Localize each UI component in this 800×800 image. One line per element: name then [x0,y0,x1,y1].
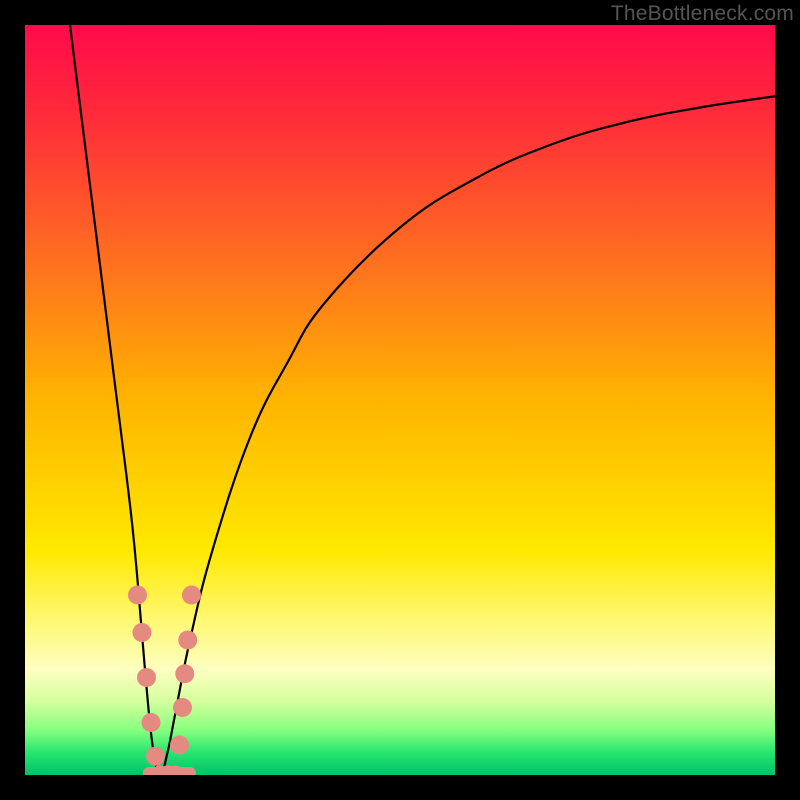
marker-dot [170,736,189,755]
marker-dot [182,586,201,605]
marker-dot [142,713,161,732]
marker-dot [178,631,197,650]
chart-frame: TheBottleneck.com [0,0,800,800]
gradient-background [25,25,775,775]
watermark-text: TheBottleneck.com [611,2,794,26]
bottleneck-chart [25,25,775,775]
marker-dot [137,668,156,687]
marker-dot [133,623,152,642]
marker-dot [146,747,165,766]
marker-dot [128,586,147,605]
marker-dot [175,664,194,683]
plot-area [25,25,775,775]
marker-bar [143,767,196,775]
marker-dot [173,698,192,717]
